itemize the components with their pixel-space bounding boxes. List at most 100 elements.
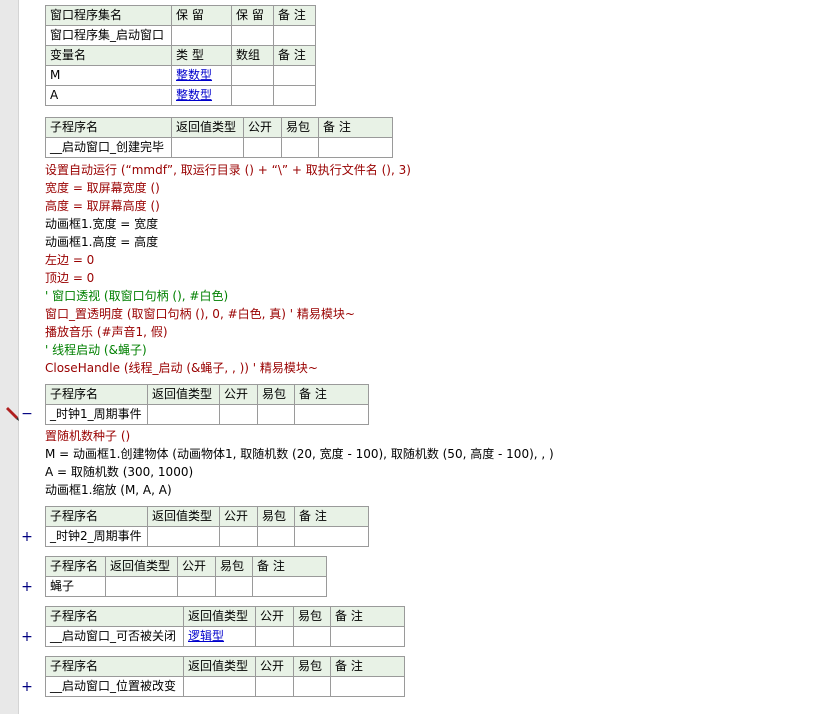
- code-line[interactable]: 窗口_置透明度 (取窗口句柄 (), 0, #白色, 真) ' 精易模块~: [45, 305, 355, 323]
- empty-cell[interactable]: [252, 576, 327, 597]
- header-cell: 备 注: [318, 117, 393, 138]
- header-cell: 备 注: [294, 384, 369, 405]
- code-line[interactable]: M = 动画框1.创建物体 (动画物体1, 取随机数 (20, 宽度 - 100…: [45, 445, 554, 463]
- sub-ret[interactable]: [171, 137, 244, 158]
- empty-cell[interactable]: [255, 626, 294, 647]
- empty-cell[interactable]: [318, 137, 393, 158]
- header-cell: 公开: [177, 556, 216, 577]
- header-cell: 子程序名: [45, 656, 184, 677]
- header-cell: 易包: [257, 384, 295, 405]
- empty-cell[interactable]: [171, 25, 232, 46]
- sub-name[interactable]: _时钟2_周期事件: [45, 526, 148, 547]
- header-cell: 返回值类型: [171, 117, 244, 138]
- empty-cell[interactable]: [273, 65, 316, 86]
- header-cell: 子程序名: [45, 606, 184, 627]
- code-line[interactable]: CloseHandle (线程_启动 (&蝇子, , )) ' 精易模块~: [45, 359, 318, 377]
- header-cell: 返回值类型: [183, 656, 256, 677]
- code-line[interactable]: 动画框1.宽度 = 宽度: [45, 215, 158, 233]
- header-cell: 返回值类型: [147, 506, 220, 527]
- expand-icon[interactable]: +: [21, 530, 33, 544]
- editor-gutter: [0, 0, 18, 714]
- header-cell: 易包: [293, 606, 331, 627]
- sub-name[interactable]: 蝇子: [45, 576, 106, 597]
- empty-cell[interactable]: [273, 25, 316, 46]
- code-line[interactable]: 高度 = 取屏幕高度 (): [45, 197, 160, 215]
- collapse-icon[interactable]: −: [21, 407, 33, 421]
- empty-cell[interactable]: [243, 137, 282, 158]
- sub-table-timer1: 子程序名 返回值类型 公开 易包 备 注 _时钟1_周期事件: [45, 384, 369, 425]
- code-line[interactable]: 置随机数种子 (): [45, 427, 130, 445]
- empty-cell[interactable]: [257, 404, 295, 425]
- header-cell: 子程序名: [45, 384, 148, 405]
- empty-cell[interactable]: [294, 526, 369, 547]
- header-cell: 子程序名: [45, 556, 106, 577]
- window-set-table: 窗口程序集名 保 留 保 留 备 注 窗口程序集_启动窗口 变量名 类 型 数组…: [45, 5, 316, 106]
- var-type[interactable]: 整数型: [171, 85, 232, 106]
- empty-cell[interactable]: [255, 676, 294, 697]
- gutter-divider: [18, 0, 19, 714]
- header-cell: 易包: [257, 506, 295, 527]
- header-cell: 子程序名: [45, 506, 148, 527]
- pencil-icon: [6, 407, 19, 421]
- header-cell: 易包: [215, 556, 253, 577]
- sub-name[interactable]: __启动窗口_可否被关闭: [45, 626, 184, 647]
- header-cell: 易包: [281, 117, 319, 138]
- header-cell: 类 型: [171, 45, 232, 66]
- header-cell: 保 留: [171, 5, 232, 26]
- code-line[interactable]: 宽度 = 取屏幕宽度 (): [45, 179, 160, 197]
- sub-name[interactable]: __启动窗口_创建完毕: [45, 137, 172, 158]
- expand-icon[interactable]: +: [21, 630, 33, 644]
- empty-cell[interactable]: [231, 65, 274, 86]
- header-cell: 备 注: [330, 606, 405, 627]
- empty-cell[interactable]: [177, 576, 216, 597]
- window-set-name[interactable]: 窗口程序集_启动窗口: [45, 25, 172, 46]
- empty-cell[interactable]: [219, 404, 258, 425]
- header-cell: 返回值类型: [147, 384, 220, 405]
- code-line[interactable]: 动画框1.高度 = 高度: [45, 233, 158, 251]
- empty-cell[interactable]: [231, 85, 274, 106]
- empty-cell[interactable]: [293, 626, 331, 647]
- var-name[interactable]: M: [45, 65, 172, 86]
- header-cell: 易包: [293, 656, 331, 677]
- code-line[interactable]: 顶边 = 0: [45, 269, 94, 287]
- header-cell: 公开: [255, 656, 294, 677]
- var-name[interactable]: A: [45, 85, 172, 106]
- empty-cell[interactable]: [215, 576, 253, 597]
- code-line[interactable]: 动画框1.缩放 (M, A, A): [45, 481, 172, 499]
- header-cell: 备 注: [252, 556, 327, 577]
- sub-ret[interactable]: [183, 676, 256, 697]
- sub-name[interactable]: _时钟1_周期事件: [45, 404, 148, 425]
- code-line[interactable]: ' 窗口透视 (取窗口句柄 (), #白色): [45, 287, 228, 305]
- header-cell: 返回值类型: [105, 556, 178, 577]
- header-cell: 公开: [243, 117, 282, 138]
- empty-cell[interactable]: [273, 85, 316, 106]
- expand-icon[interactable]: +: [21, 680, 33, 694]
- header-cell: 公开: [219, 506, 258, 527]
- expand-icon[interactable]: +: [21, 580, 33, 594]
- header-cell: 返回值类型: [183, 606, 256, 627]
- code-line[interactable]: 设置自动运行 (“mmdf”, 取运行目录 () + “\” + 取执行文件名 …: [45, 161, 411, 179]
- code-line[interactable]: 左边 = 0: [45, 251, 94, 269]
- code-line[interactable]: A = 取随机数 (300, 1000): [45, 463, 193, 481]
- empty-cell[interactable]: [219, 526, 258, 547]
- sub-ret[interactable]: [147, 404, 220, 425]
- code-line[interactable]: ' 线程启动 (&蝇子): [45, 341, 147, 359]
- sub-ret[interactable]: [147, 526, 220, 547]
- header-cell: 公开: [219, 384, 258, 405]
- header-cell: 公开: [255, 606, 294, 627]
- empty-cell[interactable]: [330, 626, 405, 647]
- var-type[interactable]: 整数型: [171, 65, 232, 86]
- empty-cell[interactable]: [294, 404, 369, 425]
- empty-cell[interactable]: [257, 526, 295, 547]
- sub-name[interactable]: __启动窗口_位置被改变: [45, 676, 184, 697]
- empty-cell[interactable]: [330, 676, 405, 697]
- code-line[interactable]: 播放音乐 (#声音1, 假): [45, 323, 168, 341]
- header-cell: 备 注: [273, 5, 316, 26]
- header-cell: 窗口程序集名: [45, 5, 172, 26]
- empty-cell[interactable]: [293, 676, 331, 697]
- header-cell: 数组: [231, 45, 274, 66]
- sub-ret[interactable]: 逻辑型: [183, 626, 256, 647]
- empty-cell[interactable]: [281, 137, 319, 158]
- sub-ret[interactable]: [105, 576, 178, 597]
- empty-cell[interactable]: [231, 25, 274, 46]
